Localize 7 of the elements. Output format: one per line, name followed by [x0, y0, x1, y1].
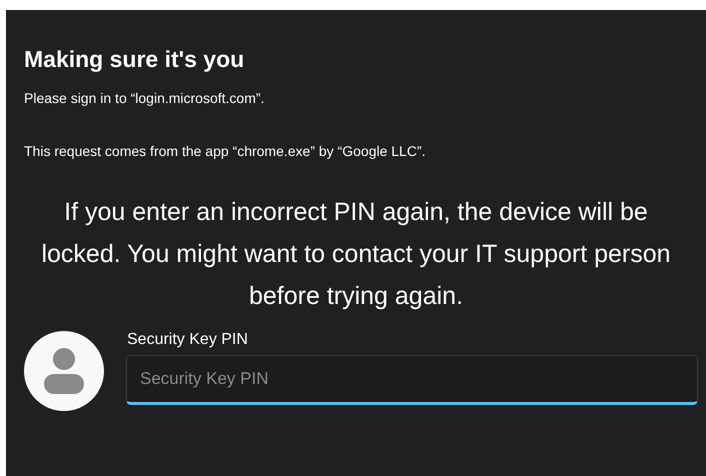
avatar-icon [24, 331, 104, 411]
dialog-title: Making sure it's you [24, 45, 246, 74]
pin-input-field[interactable]: Security Key PIN [126, 355, 698, 405]
message-text: This request comes from the app “chrome.exe” by “Google LLC”. [24, 142, 427, 161]
message-text: Please sign in to “login.microsoft.com”. [24, 89, 266, 108]
pin-label: Security Key PIN [127, 330, 249, 350]
warning-text: If you enter an incorrect PIN again, the device will be locked. You might want to contact your IT support person before trying again. [40, 197, 672, 312]
